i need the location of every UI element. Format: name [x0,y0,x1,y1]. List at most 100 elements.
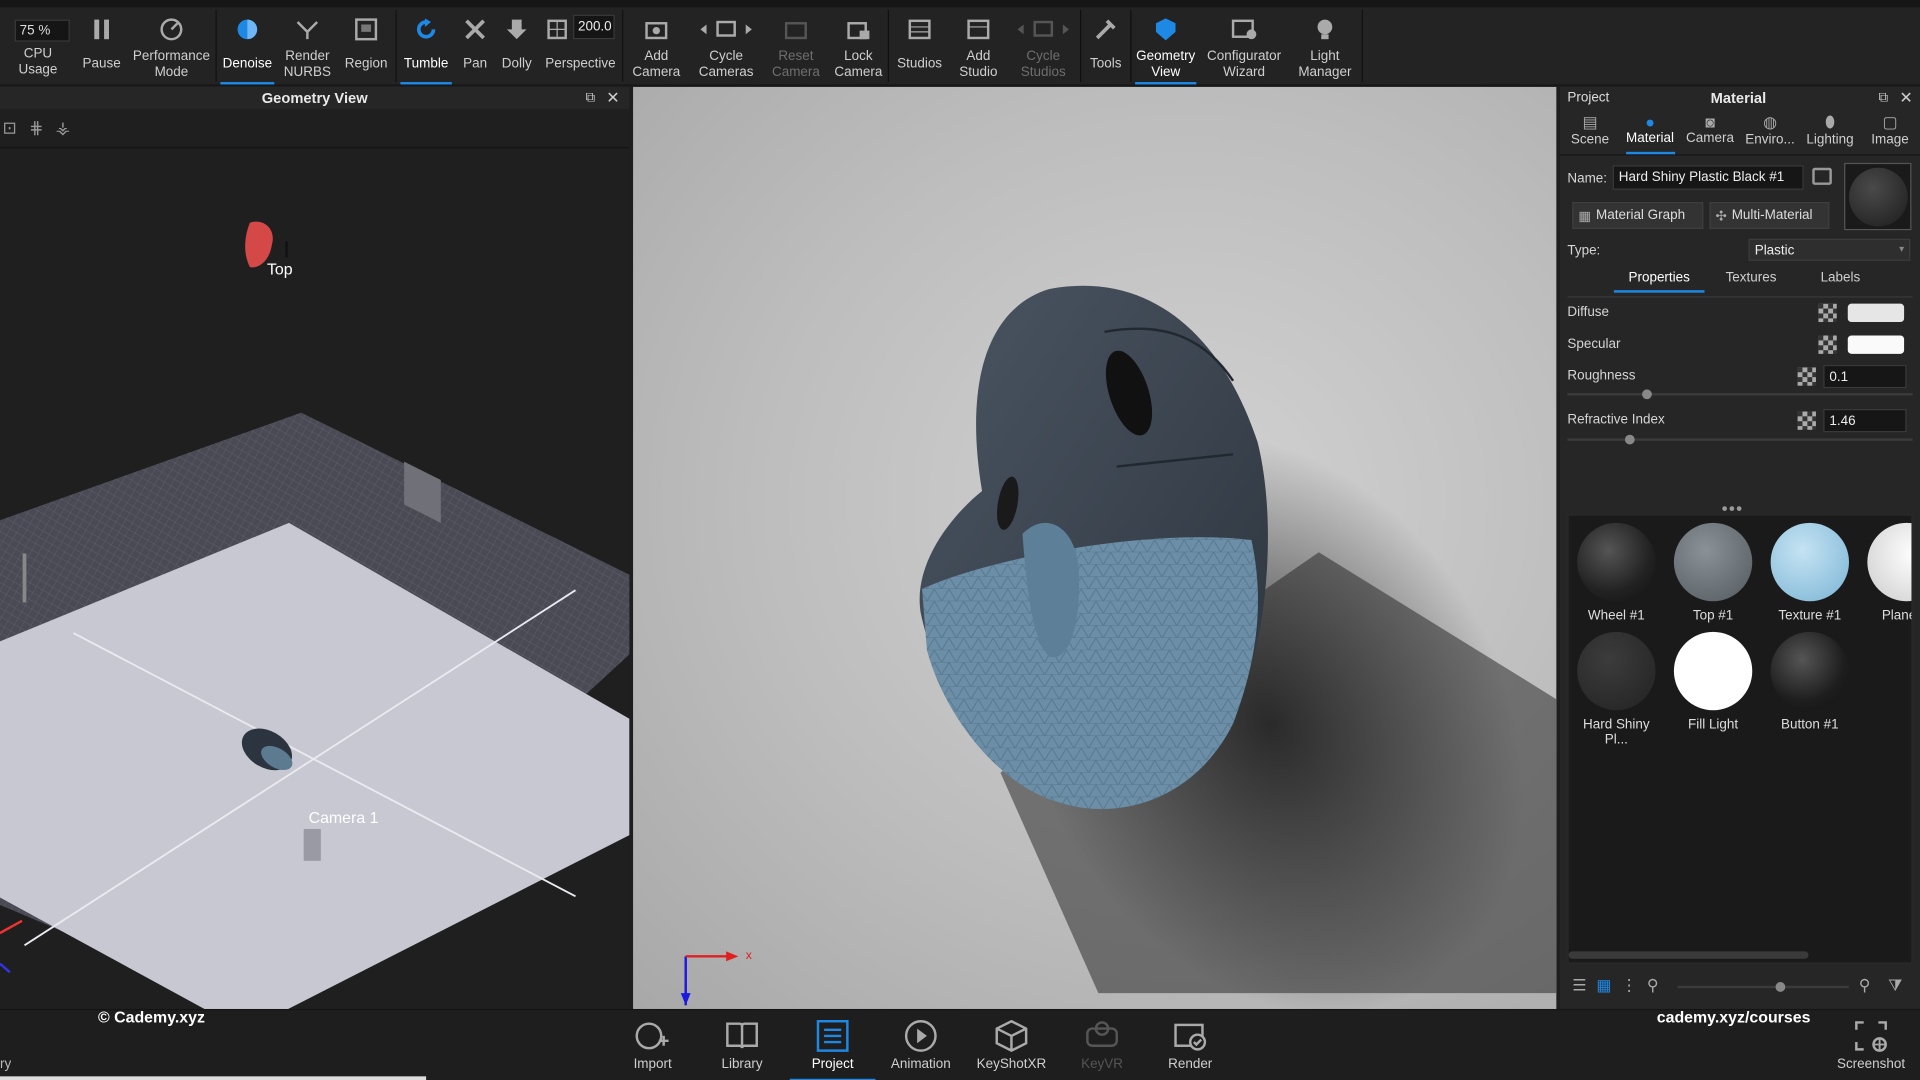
region-button[interactable]: Region [337,7,396,84]
material-item-label: Top #1 [1692,608,1734,624]
frame-icon[interactable]: ⊡ [2,118,16,139]
zoom-out-icon[interactable]: ⚲ [1647,976,1659,996]
light-manager-button[interactable]: Light Manager [1288,7,1361,84]
refractive-value-field[interactable]: 1.46 [1823,408,1907,433]
cycle-cameras-label-2: Cameras [698,64,754,80]
library-scrollbar[interactable] [1568,951,1809,959]
float-icon[interactable]: ⧉ [585,90,595,106]
roughness-value-field[interactable]: 0.1 [1823,364,1907,389]
denoise-button[interactable]: Denoise [217,7,278,85]
material-item[interactable]: Hard Shiny Pl... [1572,631,1660,747]
library-button[interactable]: Library [699,1018,785,1072]
grid-icon[interactable]: ⋕ [29,118,43,139]
refractive-knob[interactable] [1624,434,1635,445]
diffuse-texture-icon[interactable] [1818,303,1837,323]
float-icon[interactable]: ⧉ [1879,90,1889,106]
refractive-slider[interactable] [1567,434,1913,445]
animation-button[interactable]: Animation [878,1018,964,1072]
tumble-button[interactable]: Tumble [397,7,456,85]
lock-camera-label-2: Camera [834,64,883,80]
material-item[interactable]: Button #1 [1766,631,1854,732]
subtab-properties[interactable]: Properties [1613,271,1705,293]
diffuse-color-swatch[interactable] [1847,303,1905,323]
pan-button[interactable]: Pan [456,7,495,84]
render-button[interactable]: Render [1147,1018,1233,1072]
animation-label: Animation [890,1056,951,1072]
perspective-value-field[interactable]: 200.0 [573,14,615,40]
cycle-cameras-button[interactable]: Cycle Cameras [689,7,762,84]
diffuse-label: Diffuse [1567,304,1610,320]
animation-icon [902,1018,939,1055]
material-graph-button[interactable]: ▦ Material Graph [1572,202,1704,229]
thumbnail-size-knob[interactable] [1775,982,1786,992]
roughness-knob[interactable] [1641,389,1652,400]
subtab-labels[interactable]: Labels [1810,271,1871,286]
name-label: Name: [1567,171,1608,187]
screenshot-button[interactable]: Screenshot [1828,1018,1914,1071]
perspective-label: Perspective [545,56,616,72]
performance-icon [159,15,183,44]
material-item[interactable]: Wheel #1 [1572,522,1660,623]
tree-view-icon[interactable]: ⋮ [1621,976,1637,996]
subtab-textures[interactable]: Textures [1719,271,1783,286]
material-item[interactable]: Top #1 [1669,522,1757,624]
refractive-texture-icon[interactable] [1797,411,1816,430]
zoom-field[interactable]: 75 % [14,19,70,42]
import-label: Import [633,1056,672,1072]
specular-texture-icon[interactable] [1818,335,1837,354]
render-label: Render [1168,1056,1213,1072]
list-view-icon[interactable]: ☰ [1572,976,1586,996]
keyshotxr-button[interactable]: KeyShotXR [969,1018,1055,1071]
pan-label: Pan [463,56,488,72]
import-button[interactable]: Import [610,1018,696,1072]
perspective-control[interactable]: 200.0 Perspective [539,7,622,84]
render-viewport[interactable]: x [633,86,1557,1009]
geometry-scene[interactable]: Top Camera 1 [0,149,686,1032]
lock-camera-button[interactable]: Lock Camera [829,7,888,84]
project-button[interactable]: Project [789,1018,876,1080]
axis-icon[interactable]: ⚶ [56,118,71,139]
tab-scene[interactable]: ▤ Scene [1561,109,1620,154]
performance-mode-button[interactable]: Performance Mode [127,7,215,84]
reset-camera-button[interactable]: Reset Camera [763,7,829,84]
roughness-slider[interactable] [1567,389,1913,400]
filter-icon[interactable]: ⧩ [1888,976,1902,996]
close-icon[interactable]: ✕ [1899,88,1912,108]
screenshot-icon [1853,1018,1890,1055]
zoom-in-icon[interactable]: ⚲ [1859,976,1871,996]
library-label: Library [721,1056,763,1072]
save-material-icon[interactable] [1812,167,1832,185]
material-library: Wheel #1 Top #1 Texture #1 Plane M Hard … [1567,514,1913,964]
tab-material[interactable]: ● Material [1621,109,1680,155]
add-camera-button[interactable]: Add Camera [623,7,689,84]
material-item[interactable]: Texture #1 [1766,522,1854,623]
close-icon[interactable]: ✕ [606,88,619,108]
tab-lighting[interactable]: ⬮ Lighting [1801,109,1860,154]
tab-image[interactable]: ▢ Image [1861,109,1920,154]
add-studio-button[interactable]: Add Studio [950,7,1006,84]
specular-color-swatch[interactable] [1847,335,1905,354]
dolly-button[interactable]: Dolly [495,7,539,84]
cycle-studios-button[interactable]: Cycle Studios [1007,7,1080,84]
tab-camera[interactable]: ◙ Camera [1681,109,1740,154]
keyvr-button[interactable]: KeyVR [1059,1018,1145,1071]
configurator-wizard-button[interactable]: Configurator Wizard [1200,7,1288,84]
render-nurbs-button[interactable]: Render NURBS [278,7,337,84]
add-studio-icon [966,15,990,44]
material-item[interactable]: Plane M [1862,522,1912,623]
geometry-view-title: Geometry View [261,89,368,107]
material-name-field[interactable]: Hard Shiny Plastic Black #1 [1612,165,1804,190]
thumbnail-size-slider[interactable] [1677,982,1849,992]
tools-button[interactable]: Tools [1081,7,1130,84]
multi-material-button[interactable]: ✣ Multi-Material [1709,202,1830,229]
geometry-view-button[interactable]: Geometry View [1131,7,1200,85]
grid-view-icon[interactable]: ▦ [1596,976,1611,996]
tools-label: Tools [1089,56,1122,72]
roughness-texture-icon[interactable] [1797,367,1816,386]
tab-environment[interactable]: ◍ Enviro... [1741,109,1800,154]
studios-button[interactable]: Studios [889,7,950,84]
watermark-left: © Cademy.xyz [97,1007,205,1027]
type-select[interactable]: Plastic ▾ [1748,238,1911,261]
pause-button[interactable]: Pause [76,7,127,84]
material-item[interactable]: Fill Light [1669,631,1757,732]
